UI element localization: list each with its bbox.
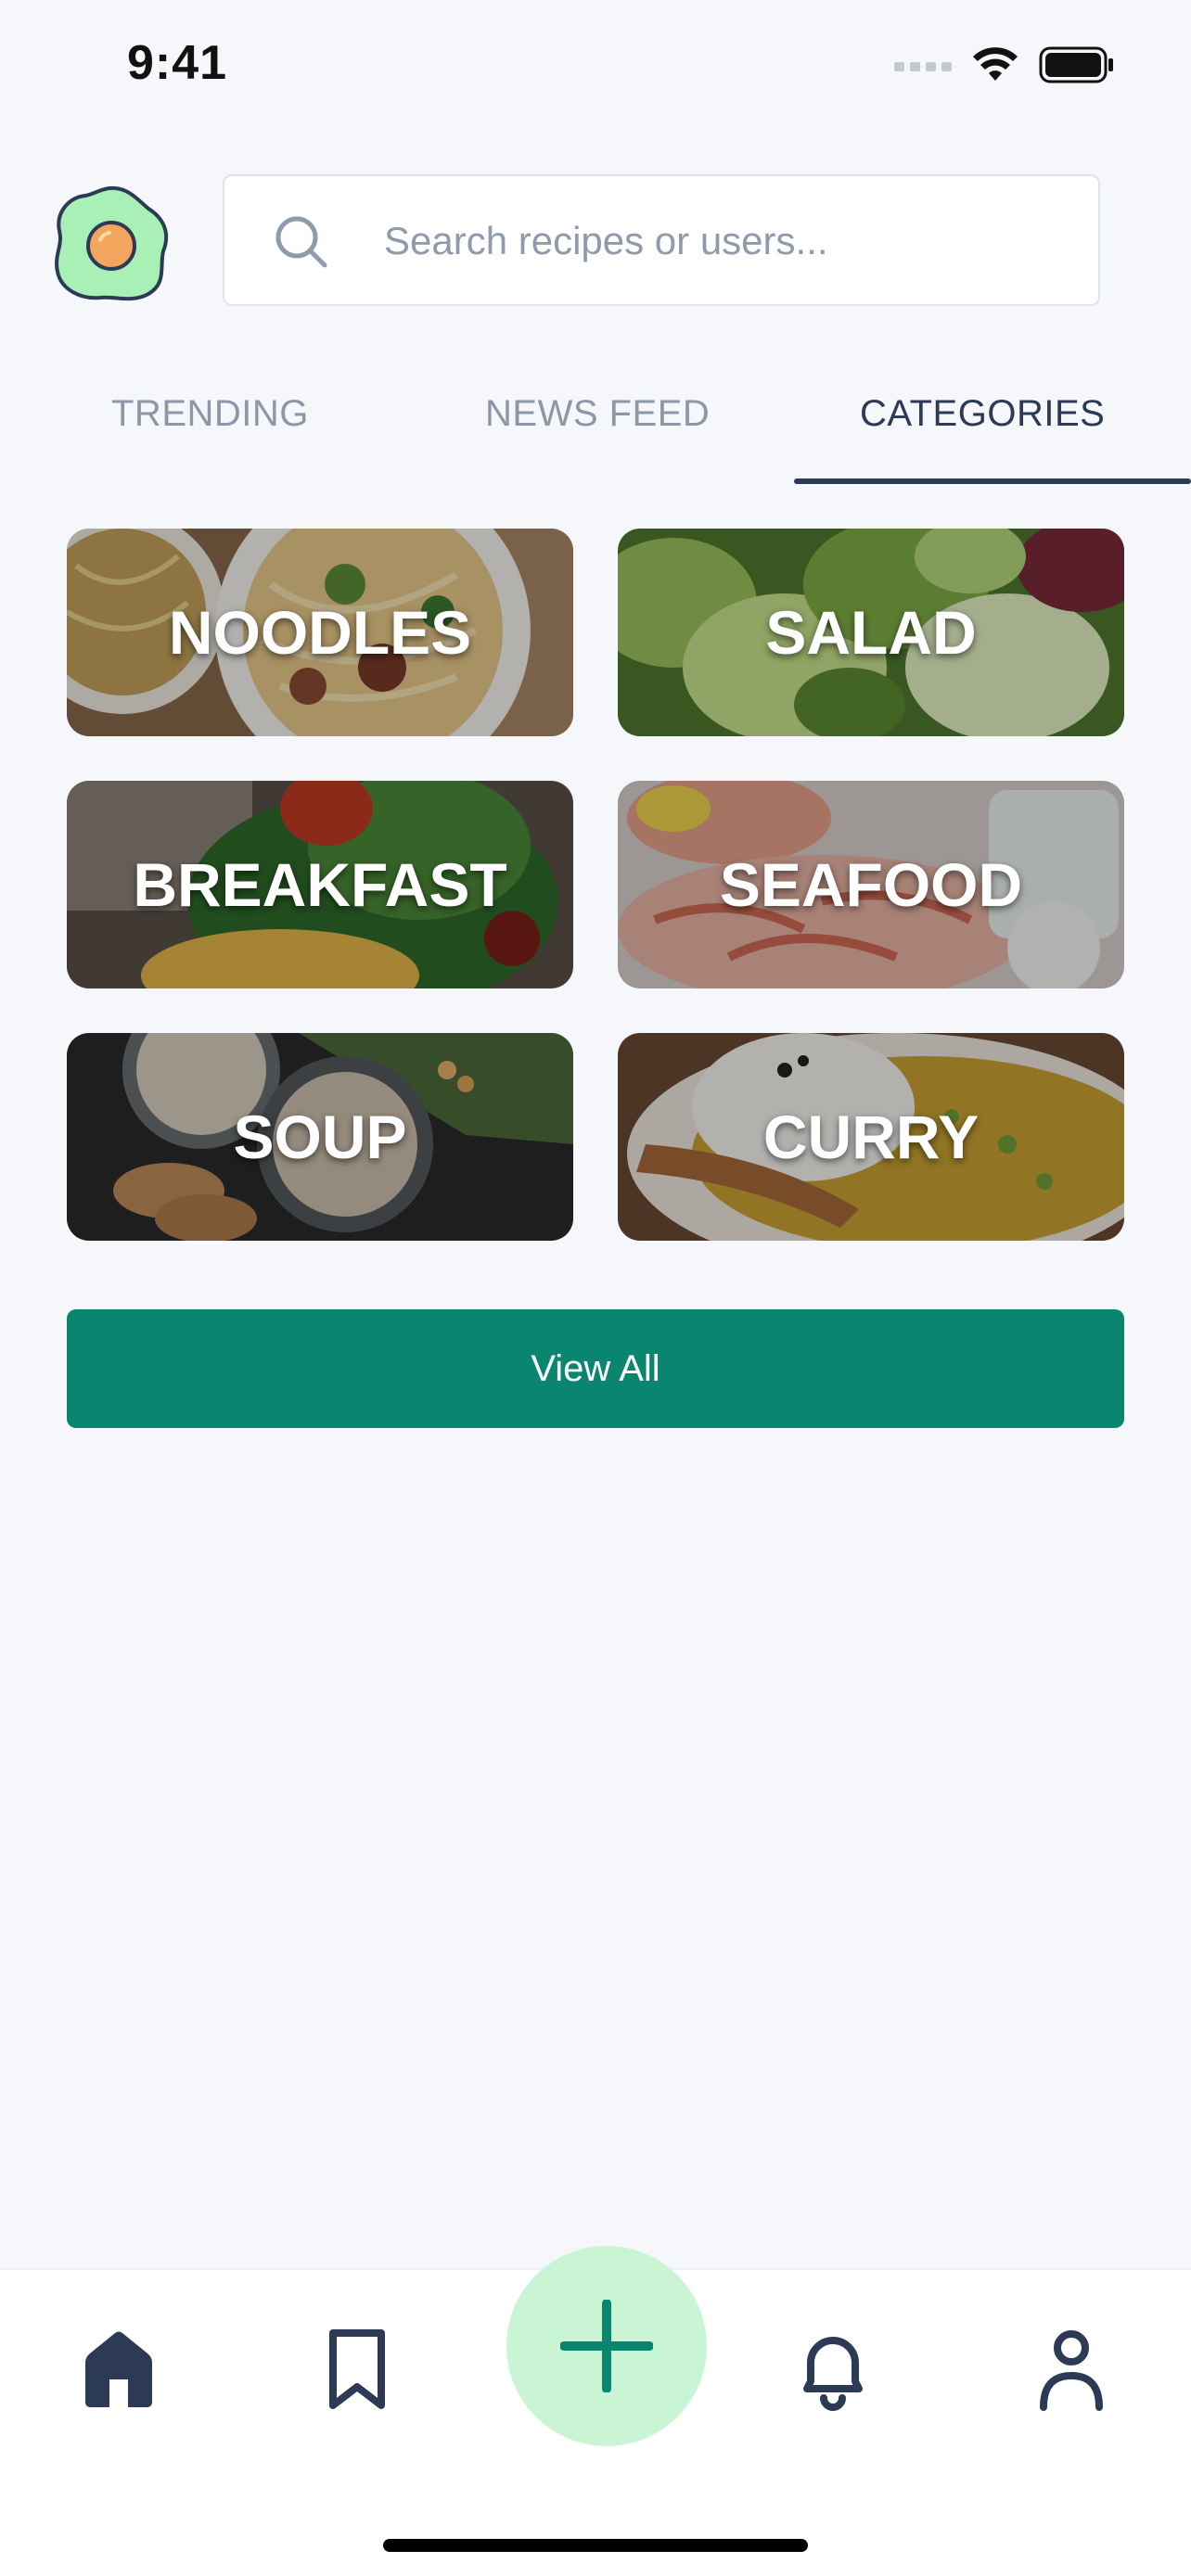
egg-logo[interactable] <box>48 181 174 307</box>
category-card-salad[interactable]: SALAD <box>618 529 1124 736</box>
tab-categories[interactable]: CATEGORIES <box>860 393 1105 435</box>
category-label: CURRY <box>762 1103 980 1171</box>
category-grid: NOODLES SALAD BREAKFAST SEAFOOD SOUP CUR… <box>67 529 1124 1241</box>
profile-icon[interactable] <box>1025 2322 1118 2415</box>
category-label: SALAD <box>765 598 977 667</box>
category-card-seafood[interactable]: SEAFOOD <box>618 781 1124 988</box>
wifi-icon <box>973 47 1018 81</box>
status-icons <box>894 43 1115 87</box>
bell-icon[interactable] <box>787 2322 879 2415</box>
view-all-button[interactable]: View All <box>67 1309 1124 1428</box>
status-bar: 9:41 <box>0 0 1191 130</box>
category-label: BREAKFAST <box>133 850 507 919</box>
category-card-noodles[interactable]: NOODLES <box>67 529 573 736</box>
category-label: NOODLES <box>168 598 472 667</box>
egg-logo-icon <box>55 185 169 301</box>
bookmark-icon[interactable] <box>311 2322 403 2415</box>
add-recipe-button[interactable] <box>506 2246 707 2446</box>
category-label: SEAFOOD <box>719 850 1023 919</box>
signal-icon <box>894 62 952 71</box>
battery-icon <box>1039 46 1113 83</box>
category-card-soup[interactable]: SOUP <box>67 1033 573 1241</box>
tab-trending[interactable]: TRENDING <box>111 393 309 435</box>
search-icon <box>275 216 327 268</box>
category-card-curry[interactable]: CURRY <box>618 1033 1124 1241</box>
tab-bar: TRENDING NEWS FEED CATEGORIES <box>0 371 1191 484</box>
home-indicator <box>383 2539 808 2552</box>
tab-news-feed[interactable]: NEWS FEED <box>485 393 710 435</box>
search-input[interactable] <box>382 176 1072 306</box>
search-box[interactable] <box>223 174 1100 306</box>
plus-icon <box>560 2300 653 2392</box>
category-label: SOUP <box>233 1103 407 1171</box>
home-icon[interactable] <box>72 2322 165 2415</box>
category-card-breakfast[interactable]: BREAKFAST <box>67 781 573 988</box>
status-time: 9:41 <box>127 36 228 90</box>
active-tab-indicator <box>794 478 1191 484</box>
